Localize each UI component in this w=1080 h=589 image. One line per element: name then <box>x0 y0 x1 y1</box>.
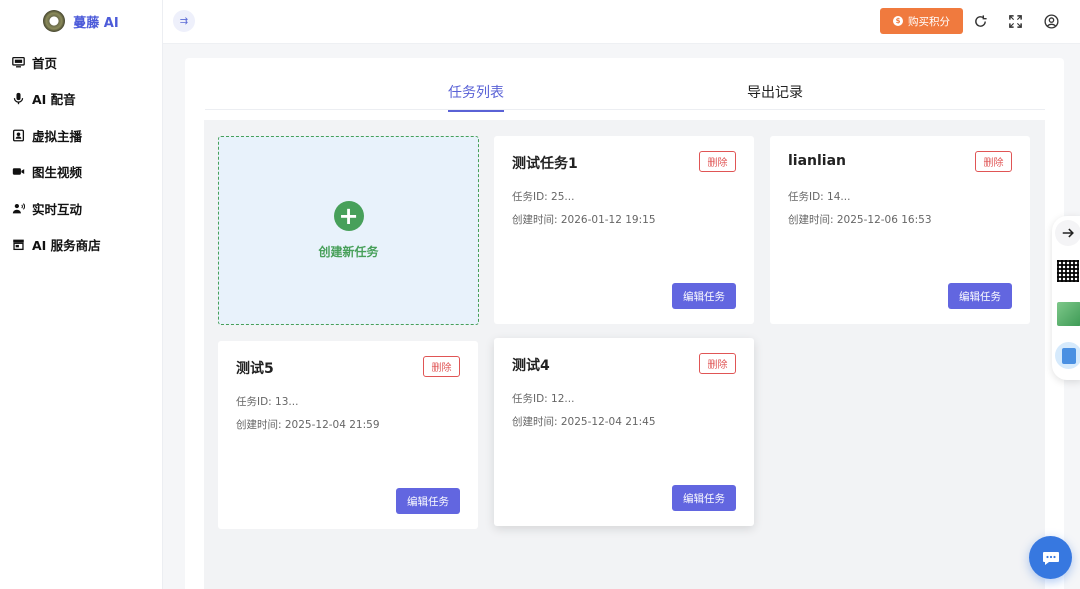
task-card: 测试4 删除 任务ID: 12... 创建时间: 2025-12-04 21:4… <box>494 338 754 526</box>
task-id: 任务ID: 25... <box>512 191 575 203</box>
plus-circle-icon: + <box>333 201 364 231</box>
expand-toolbar-button[interactable] <box>1055 220 1080 246</box>
task-title: 测试任务1 <box>512 156 578 172</box>
sidebar-item-label: 虚拟主播 <box>32 128 83 144</box>
task-card: 测试5 删除 任务ID: 13... 创建时间: 2025-12-04 21:5… <box>218 341 478 529</box>
sidebar: 蔓藤 AI 首页 AI 配音 虚拟主播 图生视频 实时互动 AI 服务商店 <box>0 0 163 589</box>
tab-export-records[interactable]: 导出记录 <box>747 82 803 110</box>
task-id: 任务ID: 14... <box>788 191 851 203</box>
task-grid: + 创建新任务 测试任务1 删除 任务ID: 25... 创建时间: 2026-… <box>204 120 1045 589</box>
sidebar-item-label: 首页 <box>32 55 58 71</box>
brand[interactable]: 蔓藤 AI <box>0 0 162 42</box>
edit-task-button[interactable]: 编辑任务 <box>672 283 736 309</box>
contact-book-icon <box>11 128 25 142</box>
chat-support-button[interactable] <box>1029 536 1072 579</box>
delete-task-button[interactable]: 删除 <box>423 356 460 377</box>
fullscreen-icon <box>1008 14 1022 28</box>
sidebar-item-live-interaction[interactable]: 实时互动 <box>0 190 162 227</box>
main-panel: 任务列表 导出记录 + 创建新任务 测试任务1 删除 任务ID: 25... 创… <box>185 58 1064 589</box>
create-task-label: 创建新任务 <box>318 245 379 259</box>
task-card: lianlian 删除 任务ID: 14... 创建时间: 2025-12-06… <box>770 136 1030 324</box>
edit-task-button[interactable]: 编辑任务 <box>948 283 1012 309</box>
sidebar-item-virtual-host[interactable]: 虚拟主播 <box>0 117 162 154</box>
video-camera-icon <box>11 165 25 179</box>
tab-task-list[interactable]: 任务列表 <box>448 82 504 112</box>
document-shape <box>1061 347 1076 364</box>
delete-task-button[interactable]: 删除 <box>699 151 736 172</box>
refresh-button[interactable] <box>971 12 989 30</box>
task-id: 任务ID: 13... <box>236 396 299 408</box>
user-account-button[interactable] <box>1042 12 1060 30</box>
sidebar-item-ai-store[interactable]: AI 服务商店 <box>0 227 162 264</box>
tab-bar: 任务列表 导出记录 <box>205 80 1045 112</box>
coin-icon: $ <box>893 16 903 26</box>
chat-bubble-icon <box>1042 551 1059 565</box>
collapse-icon: ⇉ <box>179 15 189 27</box>
task-created-time: 创建时间: 2025-12-04 21:45 <box>512 416 656 428</box>
sidebar-item-label: AI 服务商店 <box>32 238 101 254</box>
task-id: 任务ID: 12... <box>512 393 575 405</box>
sidebar-item-label: 图生视频 <box>32 165 83 181</box>
image-thumbnail-icon[interactable] <box>1057 302 1080 326</box>
buy-points-button[interactable]: $ 购买积分 <box>880 8 963 34</box>
delete-task-button[interactable]: 删除 <box>699 353 736 374</box>
refresh-icon <box>974 14 987 27</box>
create-task-card[interactable]: + 创建新任务 <box>218 136 479 325</box>
microphone-icon <box>11 92 25 106</box>
task-created-time: 创建时间: 2026-01-12 19:15 <box>512 214 656 226</box>
sidebar-item-image-to-video[interactable]: 图生视频 <box>0 154 162 191</box>
brand-name: 蔓藤 AI <box>73 15 119 31</box>
qr-code-icon[interactable] <box>1057 260 1079 282</box>
monitor-icon <box>11 55 25 69</box>
floating-toolbar <box>1052 216 1080 380</box>
sidebar-item-label: AI 配音 <box>32 92 76 108</box>
fullscreen-button[interactable] <box>1006 12 1024 30</box>
top-header: ⇉ $ 购买积分 <box>163 0 1080 44</box>
sidebar-item-home[interactable]: 首页 <box>0 44 162 81</box>
edit-task-button[interactable]: 编辑任务 <box>672 485 736 511</box>
user-circle-icon <box>1043 13 1059 29</box>
task-title: lianlian <box>788 153 847 169</box>
task-card: 测试任务1 删除 任务ID: 25... 创建时间: 2026-01-12 19… <box>494 136 754 324</box>
document-icon[interactable] <box>1055 342 1080 369</box>
sidebar-item-label: 实时互动 <box>32 201 83 217</box>
arrow-right-icon <box>1062 228 1074 238</box>
sidebar-item-ai-voice[interactable]: AI 配音 <box>0 81 162 118</box>
edit-task-button[interactable]: 编辑任务 <box>396 488 460 514</box>
brand-logo-icon <box>43 10 66 32</box>
delete-task-button[interactable]: 删除 <box>975 151 1012 172</box>
collapse-sidebar-button[interactable]: ⇉ <box>173 10 195 32</box>
store-icon <box>11 238 25 252</box>
sidebar-menu: 首页 AI 配音 虚拟主播 图生视频 实时互动 AI 服务商店 <box>0 42 162 263</box>
user-voice-icon <box>11 201 25 215</box>
task-created-time: 创建时间: 2025-12-06 16:53 <box>788 214 932 226</box>
task-title: 测试5 <box>236 361 274 377</box>
task-title: 测试4 <box>512 358 550 374</box>
task-created-time: 创建时间: 2025-12-04 21:59 <box>236 419 380 431</box>
buy-points-label: 购买积分 <box>908 15 950 28</box>
